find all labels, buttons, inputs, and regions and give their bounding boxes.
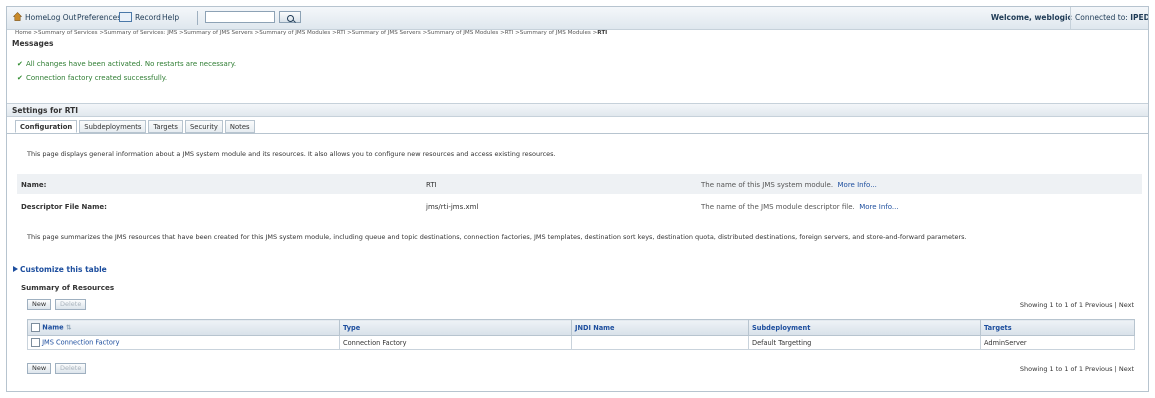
preferences-link[interactable]: Preferences (77, 13, 121, 22)
field-value: jms/rti-jms.xml (426, 203, 479, 211)
summary-title: Summary of Resources (21, 283, 115, 292)
message-item: ✔ All changes have been activated. No res… (17, 60, 236, 68)
select-all-checkbox[interactable] (31, 323, 40, 332)
customize-table-link[interactable]: Customize this table (13, 265, 107, 274)
record-link[interactable]: Record (135, 13, 161, 22)
message-text: All changes have been activated. No rest… (26, 60, 237, 68)
delete-button-bottom[interactable]: Delete (55, 363, 87, 374)
home-link[interactable]: Home (25, 13, 47, 22)
field-label: Name: (21, 181, 47, 189)
table-row: JMS Connection Factory Connection Factor… (27, 335, 1135, 350)
customize-label: Customize this table (20, 265, 107, 274)
top-toolbar: Home Log Out Preferences Record Help Wel… (7, 7, 1148, 30)
resources-table: Name ⇅ Type JNDI Name Subdeployment Targ… (27, 319, 1135, 350)
summary-text: This page summarizes the JMS resources t… (27, 233, 967, 241)
toolbar-divider (197, 11, 198, 25)
connected-domain: IPEDOM (1130, 13, 1148, 22)
intro-text: This page displays general information a… (27, 150, 556, 158)
message-item: ✔ Connection factory created successfully… (17, 74, 167, 82)
field-row-descriptor: Descriptor File Name: jms/rti-jms.xml Th… (17, 196, 1142, 216)
breadcrumb: Home >Summary of Services >Summary of Se… (15, 30, 607, 36)
connected-label: Connected to: (1075, 13, 1131, 22)
field-row-name: Name: RTI The name of this JMS system mo… (17, 174, 1142, 194)
expand-icon (13, 266, 18, 272)
home-icon[interactable] (13, 12, 22, 21)
new-button[interactable]: New (27, 299, 52, 310)
more-info-link[interactable]: More Info... (859, 203, 898, 211)
field-value: RTI (426, 181, 437, 189)
table-header-row: Name ⇅ Type JNDI Name Subdeployment Targ… (27, 319, 1135, 336)
search-button[interactable] (279, 11, 301, 23)
cell-subdeployment: Default Targetting (748, 335, 981, 350)
check-icon: ✔ (17, 60, 23, 68)
search-icon (287, 15, 294, 22)
breadcrumb-path[interactable]: Home >Summary of Services >Summary of Se… (15, 30, 597, 36)
hint-text: The name of this JMS system module. (701, 181, 834, 189)
breadcrumb-current: RTI (597, 30, 608, 36)
column-subdeployment[interactable]: Subdeployment (748, 319, 981, 336)
sort-icon[interactable]: ⇅ (66, 324, 72, 332)
tab-targets[interactable]: Targets (148, 120, 183, 133)
tab-divider (7, 133, 1148, 134)
logout-link[interactable]: Log Out (47, 13, 76, 22)
cell-name: JMS Connection Factory (27, 335, 340, 350)
column-name[interactable]: Name ⇅ (27, 319, 340, 336)
tab-bar: Configuration Subdeployments Targets Sec… (15, 120, 255, 134)
column-jndi-name[interactable]: JNDI Name (571, 319, 749, 336)
paging-text[interactable]: Showing 1 to 1 of 1 Previous | Next (1020, 301, 1134, 309)
welcome-text: Welcome, weblogic (990, 13, 1072, 22)
cell-jndi (571, 335, 749, 350)
field-hint: The name of the JMS module descriptor fi… (701, 203, 899, 211)
cell-targets: AdminServer (980, 335, 1135, 350)
tab-subdeployments[interactable]: Subdeployments (79, 120, 147, 133)
cell-type: Connection Factory (339, 335, 572, 350)
messages-title: Messages (12, 39, 54, 48)
help-link[interactable]: Help (162, 13, 179, 22)
field-label: Descriptor File Name: (21, 203, 107, 211)
search-input[interactable] (205, 11, 275, 23)
column-targets[interactable]: Targets (980, 319, 1135, 336)
column-label: Name (42, 323, 64, 332)
tab-configuration[interactable]: Configuration (15, 120, 78, 133)
record-icon[interactable] (119, 12, 132, 22)
resource-link[interactable]: JMS Connection Factory (42, 339, 119, 347)
settings-title: Settings for RTI (7, 103, 1148, 117)
console-frame: Home Log Out Preferences Record Help Wel… (6, 6, 1149, 392)
column-type[interactable]: Type (339, 319, 572, 336)
tab-notes[interactable]: Notes (224, 120, 255, 133)
check-icon: ✔ (17, 74, 23, 82)
paging-text-bottom[interactable]: Showing 1 to 1 of 1 Previous | Next (1020, 365, 1134, 373)
delete-button[interactable]: Delete (55, 299, 87, 310)
tab-security[interactable]: Security (184, 120, 223, 133)
row-checkbox[interactable] (31, 338, 40, 347)
connected-to: Connected to: IPEDOM (1070, 7, 1148, 29)
more-info-link[interactable]: More Info... (838, 181, 877, 189)
message-text: Connection factory created successfully. (26, 74, 168, 82)
new-button-bottom[interactable]: New (27, 363, 52, 374)
hint-text: The name of the JMS module descriptor fi… (701, 203, 855, 211)
field-hint: The name of this JMS system module. More… (701, 181, 877, 189)
